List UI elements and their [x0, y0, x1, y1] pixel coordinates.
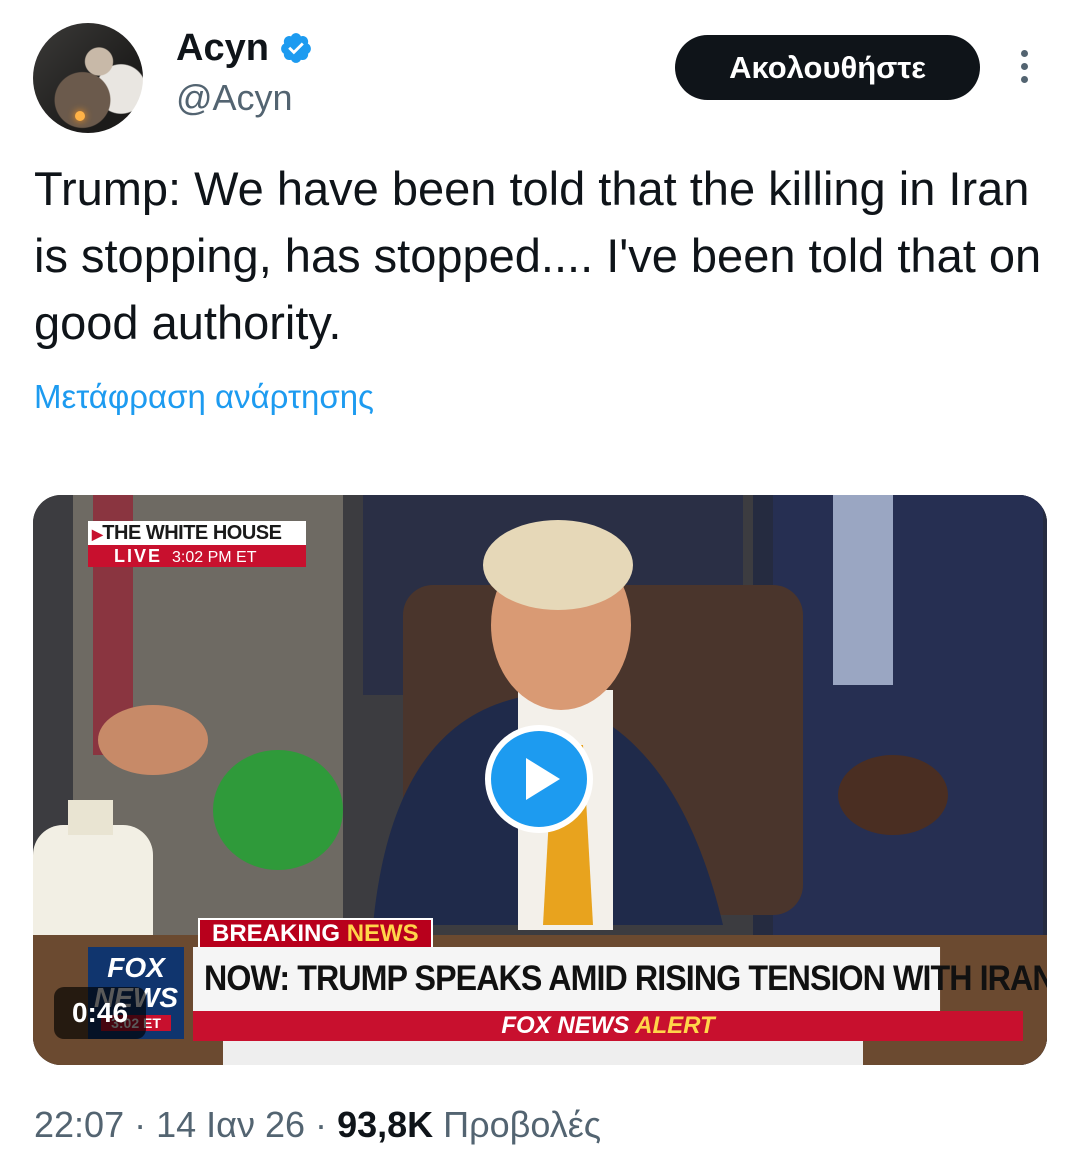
chyron-headline: NOW: TRUMP SPEAKS AMID RISING TENSION WI…: [193, 947, 1047, 1011]
play-icon: [526, 758, 560, 800]
views-label[interactable]: Προβολές: [443, 1104, 601, 1145]
more-vertical-icon[interactable]: [1012, 50, 1036, 90]
separator: ·: [315, 1104, 328, 1145]
display-name-text[interactable]: Acyn: [176, 26, 269, 70]
follow-button[interactable]: Ακολουθήστε: [675, 35, 980, 100]
news-word: NEWS: [346, 920, 419, 947]
alert-brand: FOX NEWS: [501, 1012, 630, 1039]
live-location: THE WHITE HOUSE: [102, 522, 282, 544]
video-player[interactable]: ▶THE WHITE HOUSE LIVE 3:02 PM ET BREAKING…: [33, 495, 1047, 1065]
live-badge: LIVE: [114, 546, 163, 566]
post-meta: 22:07 · 14 Ιαν 26 · 93,8K Προβολές: [34, 1104, 601, 1146]
breaking-word: BREAKING: [212, 920, 341, 947]
live-time: 3:02 PM ET: [172, 549, 257, 566]
live-location-box: ▶THE WHITE HOUSE LIVE 3:02 PM ET: [88, 521, 306, 567]
views-count[interactable]: 93,8K: [337, 1104, 433, 1145]
news-alert-bar: FOX NEWS ALERT: [193, 1011, 1023, 1041]
fox-logo-top: FOX: [107, 952, 165, 983]
translate-post-link[interactable]: Μετάφραση ανάρτησης: [34, 378, 374, 416]
play-button[interactable]: [485, 725, 593, 833]
post-date[interactable]: 14 Ιαν 26: [156, 1104, 305, 1145]
video-duration: 0:46: [54, 987, 146, 1039]
alert-word: ALERT: [635, 1012, 715, 1039]
breaking-news-label: BREAKING NEWS: [198, 918, 433, 950]
display-name[interactable]: Acyn: [176, 26, 313, 70]
triangle-icon: ▶: [92, 526, 103, 542]
tweet-text: Trump: We have been told that the killin…: [34, 162, 1042, 349]
user-handle[interactable]: @Acyn: [176, 76, 293, 120]
avatar[interactable]: [33, 23, 143, 133]
separator: ·: [134, 1104, 147, 1145]
verified-badge-icon: [281, 33, 311, 63]
avatar-detail: [75, 111, 85, 121]
post-time[interactable]: 22:07: [34, 1104, 124, 1145]
